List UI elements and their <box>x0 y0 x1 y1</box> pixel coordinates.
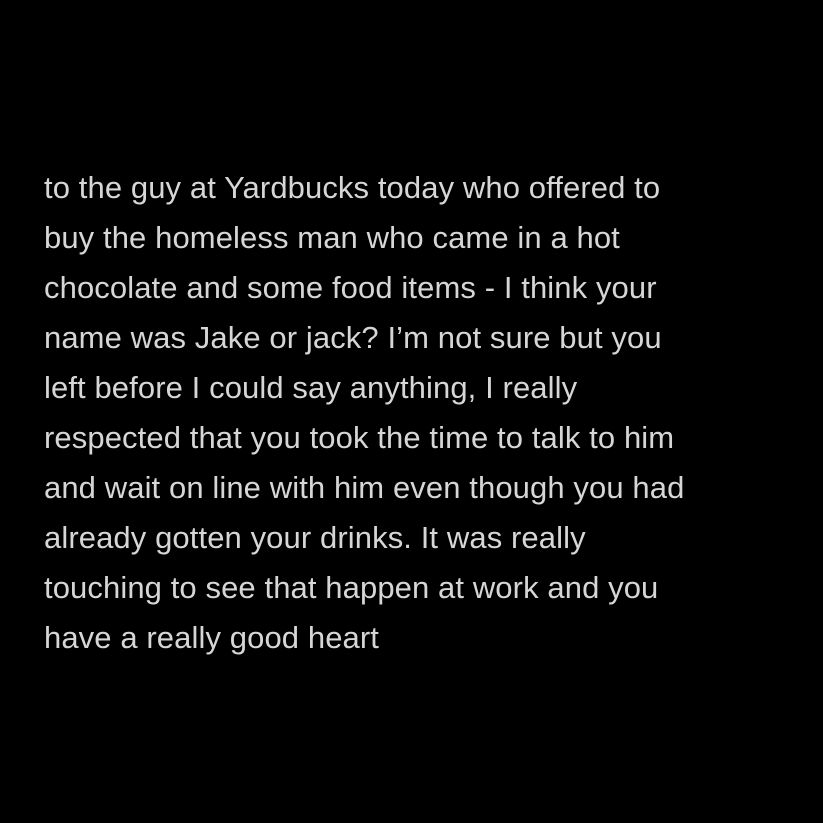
message-line: already gotten your drinks. It was reall… <box>44 520 586 555</box>
message-line: and wait on line with him even though yo… <box>44 470 685 505</box>
message-line: touching to see that happen at work and … <box>44 570 659 605</box>
message-line: buy the homeless man who came in a hot <box>44 220 620 255</box>
message-line: name was Jake or jack? I’m not sure but … <box>44 320 662 355</box>
message-line: respected that you took the time to talk… <box>44 420 675 455</box>
message-line: to the guy at Yardbucks today who offere… <box>44 170 661 205</box>
message-body: to the guy at Yardbucks today who offere… <box>44 163 794 663</box>
message-line: left before I could say anything, I real… <box>44 370 578 405</box>
post-container: to the guy at Yardbucks today who offere… <box>0 0 823 823</box>
message-line: have a really good heart <box>44 620 380 655</box>
message-line: chocolate and some food items - I think … <box>44 270 657 305</box>
